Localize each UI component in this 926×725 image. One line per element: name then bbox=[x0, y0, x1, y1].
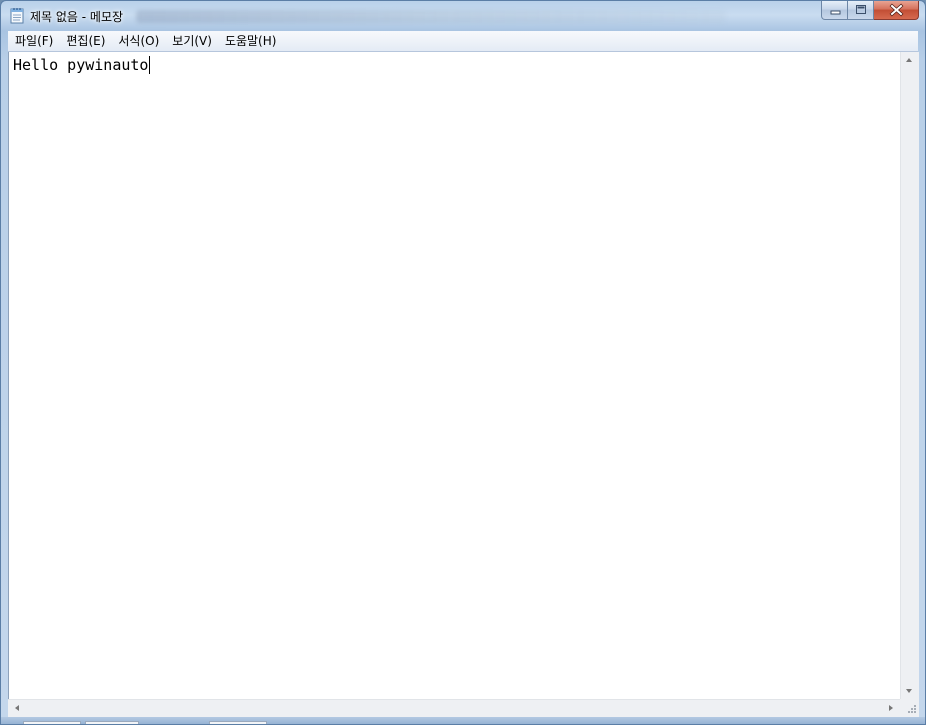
vertical-scrollbar[interactable] bbox=[900, 52, 919, 699]
arrow-left-icon[interactable] bbox=[15, 705, 19, 711]
notepad-window: 제목 없음 - 메모장 파일(F) 편집(E) 서식(O) 보기(V) 도움말(… bbox=[0, 0, 926, 725]
arrow-down-icon[interactable] bbox=[906, 689, 912, 693]
title-bar[interactable]: 제목 없음 - 메모장 bbox=[1, 1, 925, 31]
text-editor[interactable]: Hello pywinauto bbox=[8, 52, 901, 699]
minimize-icon bbox=[830, 10, 841, 15]
menu-format[interactable]: 서식(O) bbox=[111, 31, 165, 51]
editor-content-line: Hello pywinauto bbox=[13, 56, 151, 74]
notepad-icon bbox=[10, 8, 24, 24]
taskbar-tab[interactable] bbox=[209, 721, 267, 724]
blurred-background bbox=[136, 10, 726, 23]
maximize-icon bbox=[856, 5, 866, 14]
horizontal-scrollbar[interactable] bbox=[8, 699, 900, 717]
arrow-right-icon[interactable] bbox=[889, 705, 893, 711]
text-caret bbox=[149, 56, 151, 74]
taskbar-tab[interactable] bbox=[23, 721, 81, 724]
size-grip[interactable] bbox=[900, 699, 919, 717]
resize-grip-icon bbox=[908, 705, 916, 713]
arrow-up-icon[interactable] bbox=[906, 58, 912, 62]
caption-buttons bbox=[821, 1, 919, 21]
menu-bar: 파일(F) 편집(E) 서식(O) 보기(V) 도움말(H) bbox=[8, 31, 918, 52]
minimize-button[interactable] bbox=[821, 1, 848, 20]
menu-view[interactable]: 보기(V) bbox=[165, 31, 218, 51]
menu-file[interactable]: 파일(F) bbox=[8, 31, 59, 51]
editor-text: Hello pywinauto bbox=[13, 56, 149, 74]
window-bottom-frame bbox=[1, 717, 925, 724]
taskbar-tab[interactable] bbox=[85, 721, 139, 724]
close-button[interactable] bbox=[874, 1, 919, 20]
maximize-button[interactable] bbox=[848, 1, 874, 20]
window-title: 제목 없음 - 메모장 bbox=[30, 10, 124, 24]
menu-help[interactable]: 도움말(H) bbox=[218, 31, 283, 51]
menu-edit[interactable]: 편집(E) bbox=[59, 31, 111, 51]
close-icon bbox=[889, 3, 904, 17]
